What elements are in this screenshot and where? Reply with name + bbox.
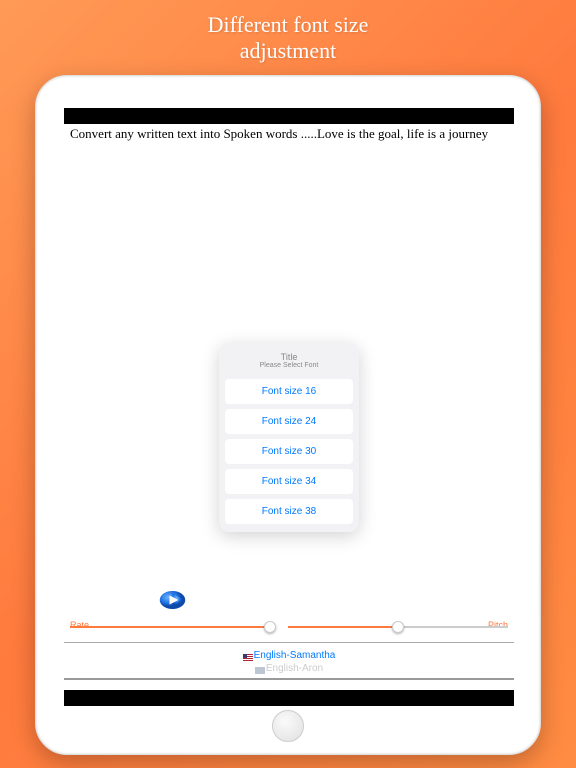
rate-label: Rate [70,620,89,630]
font-size-popover: Title Please Select Font Font size 16 Fo… [219,343,359,532]
popover-title: Title [225,349,353,362]
editor-text: Convert any written text into Spoken wor… [70,126,488,141]
voice-next[interactable]: English-Aron [64,662,514,675]
bottom-bar [64,690,514,706]
heading-line1: Different font size [208,12,369,37]
font-option-24[interactable]: Font size 24 [225,409,353,434]
app-screen: Convert any written text into Spoken wor… [64,108,514,706]
home-button[interactable] [272,710,304,742]
promo-heading: Different font size adjustment [0,0,576,65]
popover-header: Title Please Select Font [225,349,353,374]
font-option-38[interactable]: Font size 38 [225,499,353,524]
voice-picker[interactable]: English-Samantha English-Aron [64,642,514,680]
play-icon [159,590,189,610]
font-option-16[interactable]: Font size 16 [225,379,353,404]
popover-subtitle: Please Select Font [225,362,353,374]
heading-line2: adjustment [240,38,337,63]
play-button[interactable] [159,590,189,610]
pitch-label: Pitch [488,620,508,630]
font-option-34[interactable]: Font size 34 [225,469,353,494]
tablet-frame: Convert any written text into Spoken wor… [35,75,541,755]
status-bar-top [64,108,514,124]
font-option-30[interactable]: Font size 30 [225,439,353,464]
voice-selected[interactable]: English-Samantha [64,649,514,662]
text-input-area[interactable]: Convert any written text into Spoken wor… [64,124,514,144]
flag-gb-icon [255,665,265,672]
pitch-slider[interactable] [288,626,508,628]
rate-slider[interactable] [70,626,270,628]
flag-us-icon [243,652,253,659]
